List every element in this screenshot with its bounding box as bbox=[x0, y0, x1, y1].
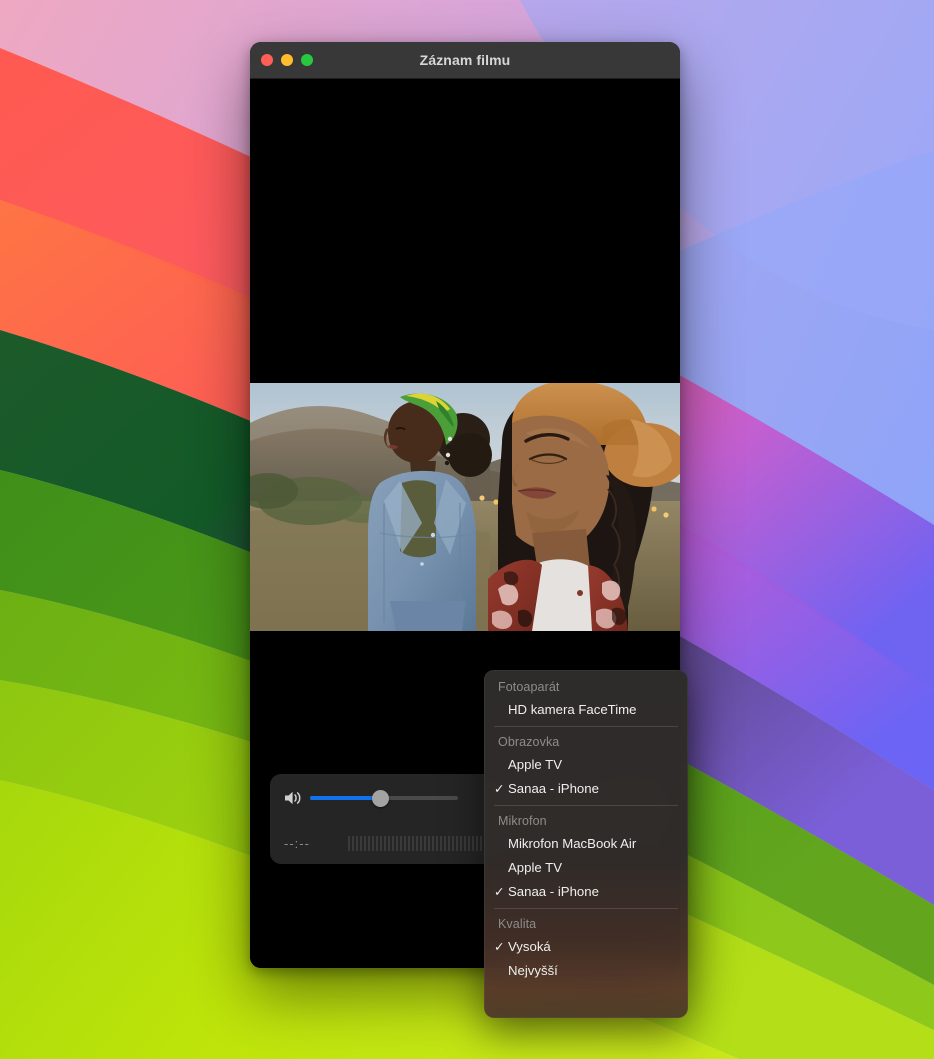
speaker-icon[interactable] bbox=[284, 790, 302, 806]
recording-options-menu[interactable]: Fotoaparát HD kamera FaceTime Obrazovka App… bbox=[484, 670, 688, 1018]
menu-item-label: Apple TV bbox=[508, 756, 563, 772]
waveform-bar bbox=[400, 835, 402, 851]
menu-item-label: HD kamera FaceTime bbox=[508, 701, 637, 717]
waveform-bar bbox=[364, 835, 366, 851]
menu-separator bbox=[494, 805, 678, 806]
traffic-lights[interactable] bbox=[250, 54, 313, 66]
waveform-bar bbox=[476, 835, 478, 851]
menu-group-title: Kvalita bbox=[498, 917, 537, 931]
checkmark-icon: ✓ bbox=[494, 781, 505, 796]
window-titlebar[interactable]: Záznam filmu bbox=[250, 42, 680, 79]
menu-item[interactable]: Apple TV bbox=[484, 752, 688, 776]
waveform-bar bbox=[444, 835, 446, 851]
waveform-bar bbox=[384, 835, 386, 851]
zoom-button[interactable] bbox=[301, 54, 313, 66]
timecode-display: --:-- bbox=[284, 835, 310, 851]
window-title: Záznam filmu bbox=[419, 52, 511, 68]
volume-knob[interactable] bbox=[371, 789, 389, 807]
volume-fill bbox=[310, 796, 380, 800]
waveform-bar bbox=[468, 835, 470, 851]
menu-item[interactable]: Apple TV bbox=[484, 855, 688, 879]
waveform-bar bbox=[376, 835, 378, 851]
waveform-bar bbox=[368, 835, 370, 851]
waveform-bar bbox=[420, 835, 422, 851]
menu-separator bbox=[494, 726, 678, 727]
waveform-bar bbox=[380, 835, 382, 851]
menu-item-label: Nejvyšší bbox=[508, 962, 558, 978]
waveform-bar bbox=[448, 835, 450, 851]
waveform-bar bbox=[464, 835, 466, 851]
waveform-bar bbox=[412, 835, 414, 851]
menu-group-title: Mikrofon bbox=[498, 814, 547, 828]
waveform-bar bbox=[456, 835, 458, 851]
menu-group-title: Fotoaparát bbox=[498, 680, 560, 694]
waveform-bar bbox=[356, 835, 358, 851]
waveform-bar bbox=[460, 835, 462, 851]
waveform-bar bbox=[440, 835, 442, 851]
waveform-bar bbox=[392, 835, 394, 851]
waveform-bar bbox=[360, 835, 362, 851]
waveform-bar bbox=[348, 835, 350, 851]
waveform-bar bbox=[352, 835, 354, 851]
minimize-button[interactable] bbox=[281, 54, 293, 66]
menu-item-label: Mikrofon MacBook Air bbox=[508, 835, 637, 851]
video-frame bbox=[250, 383, 680, 631]
waveform-bar bbox=[396, 835, 398, 851]
waveform-bar bbox=[428, 835, 430, 851]
waveform-bar bbox=[452, 835, 454, 851]
close-button[interactable] bbox=[261, 54, 273, 66]
waveform-bar bbox=[472, 835, 474, 851]
checkmark-icon: ✓ bbox=[494, 939, 505, 954]
waveform-bar bbox=[388, 835, 390, 851]
menu-item[interactable]: Mikrofon MacBook Air bbox=[484, 831, 688, 855]
waveform-bar bbox=[416, 835, 418, 851]
waveform-bar bbox=[404, 835, 406, 851]
menu-item[interactable]: ✓ Sanaa - iPhone bbox=[484, 776, 688, 800]
menu-item[interactable]: ✓ Sanaa - iPhone bbox=[484, 879, 688, 903]
menu-item-label: Sanaa - iPhone bbox=[508, 883, 599, 899]
menu-item[interactable]: Nejvyšší bbox=[484, 958, 688, 982]
waveform-bar bbox=[436, 835, 438, 851]
waveform-bar bbox=[424, 835, 426, 851]
menu-item-label: Sanaa - iPhone bbox=[508, 780, 599, 796]
waveform-bar bbox=[372, 835, 374, 851]
menu-separator bbox=[494, 908, 678, 909]
waveform-bar bbox=[408, 835, 410, 851]
menu-item-label: Vysoká bbox=[508, 938, 551, 954]
menu-item[interactable]: ✓ Vysoká bbox=[484, 934, 688, 958]
menu-item[interactable]: HD kamera FaceTime bbox=[484, 697, 688, 721]
waveform-bar bbox=[432, 835, 434, 851]
menu-item-label: Apple TV bbox=[508, 859, 563, 875]
volume-slider[interactable] bbox=[310, 789, 458, 807]
menu-group-title: Obrazovka bbox=[498, 735, 560, 749]
checkmark-icon: ✓ bbox=[494, 884, 505, 899]
waveform-bar bbox=[480, 835, 482, 851]
